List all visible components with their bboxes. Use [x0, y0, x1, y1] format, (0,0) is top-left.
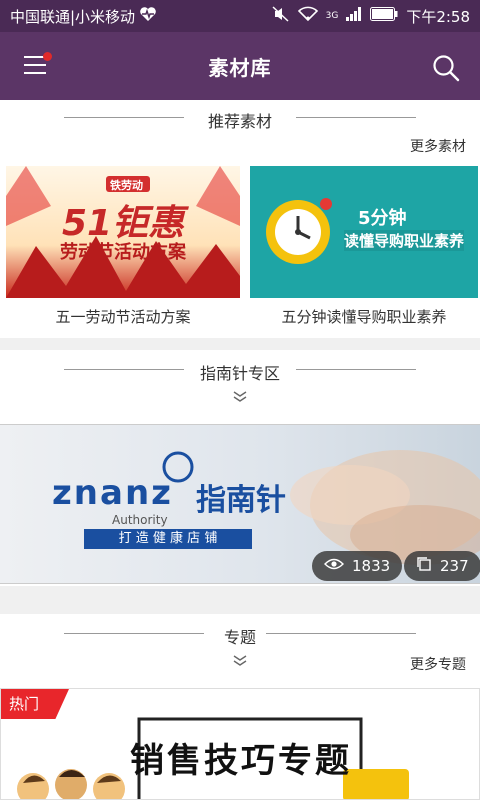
app-bar: 素材库	[0, 32, 480, 100]
topic-banner-sales[interactable]: 热门 销售技巧专题	[0, 688, 480, 800]
section-title: 专题	[223, 628, 256, 647]
guide-section: 指南针专区 znanz 指南针 Authority 打 造 健 康 店 铺 18…	[0, 350, 480, 586]
chevron-down-icon[interactable]	[232, 388, 248, 407]
notification-dot	[43, 52, 52, 61]
carrier-text: 中国联通|小米移动	[10, 7, 136, 26]
chevron-down-icon[interactable]	[232, 652, 248, 671]
mute-icon	[272, 6, 290, 26]
page-title: 素材库	[208, 55, 272, 80]
copy-count-badge: 237	[404, 551, 480, 581]
copy-count: 237	[440, 557, 469, 575]
signal-icon	[346, 7, 362, 25]
five-minutes-top: 5分钟	[358, 208, 407, 229]
topics-section: 专题 更多专题 热门 销售技巧专题	[0, 614, 480, 800]
material-card-label[interactable]: 五一劳动节活动方案	[6, 306, 240, 327]
material-card-labor-day[interactable]: 铁劳动 51钜惠 劳动节活动方案	[6, 166, 240, 298]
material-card-five-minutes[interactable]: 5分钟 读懂导购职业素养	[250, 166, 478, 298]
material-card-label[interactable]: 五分钟读懂导购职业素养	[250, 306, 478, 327]
guide-brand-cn: 指南针	[196, 483, 286, 518]
clock-text: 下午2:58	[406, 7, 470, 26]
section-divider	[296, 369, 416, 370]
status-bar: 中国联通|小米移动 3G 下午2:58	[0, 0, 480, 32]
guide-brand: znanz	[52, 473, 173, 513]
guide-slogan: 打 造 健 康 店 铺	[84, 529, 252, 549]
recommended-section: 推荐素材 更多素材 铁劳动 51钜惠 劳动节活动方案 五一劳动节活动方案 5分钟…	[0, 100, 480, 338]
view-count: 1833	[352, 557, 391, 575]
eye-icon	[324, 557, 344, 575]
guide-brand-sub: Authority	[112, 513, 168, 527]
hamburger-menu-icon[interactable]	[24, 52, 52, 78]
labor-day-badge: 铁劳动	[110, 179, 143, 192]
section-title: 推荐素材	[207, 112, 272, 131]
section-title: 指南针专区	[199, 364, 280, 383]
more-materials-link[interactable]: 更多素材	[410, 136, 466, 156]
search-icon[interactable]	[432, 54, 460, 82]
section-divider	[266, 633, 416, 634]
five-minutes-main: 读懂导购职业素养	[344, 230, 465, 251]
heart-monitor-icon	[139, 6, 157, 26]
labor-day-subtitle: 劳动节活动方案	[60, 242, 186, 263]
topic-banner-title: 销售技巧专题	[130, 741, 352, 781]
copy-icon	[416, 556, 432, 576]
section-divider	[296, 117, 416, 118]
battery-icon	[370, 7, 398, 25]
more-topics-link[interactable]: 更多专题	[410, 654, 466, 674]
wifi-icon	[297, 6, 318, 26]
network-type: 3G	[325, 11, 339, 21]
guide-banner[interactable]: znanz 指南针 Authority 打 造 健 康 店 铺 1833 237	[0, 424, 480, 584]
view-count-badge: 1833	[312, 551, 403, 581]
